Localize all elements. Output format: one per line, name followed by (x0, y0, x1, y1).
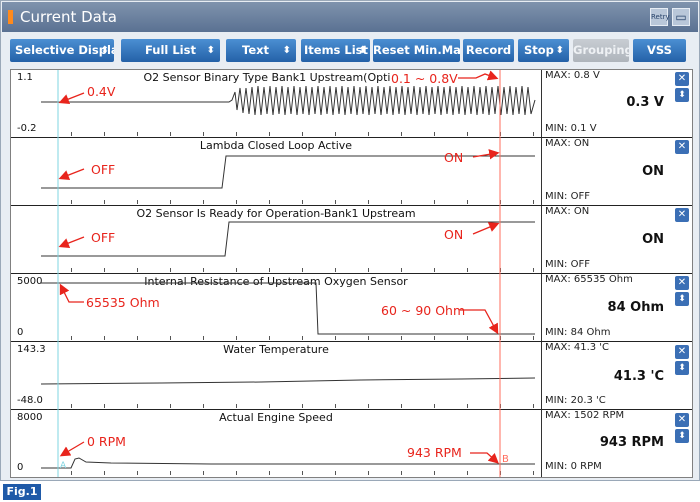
row-o2-sensor: O2 Sensor Binary Type Bank1 Upstream(Opt… (11, 70, 692, 138)
text-dropdown[interactable]: Text ⬍ (226, 39, 296, 62)
items-list-dropdown[interactable]: Items List ⬍ (301, 39, 370, 62)
close-graph-icon[interactable]: ✕ (675, 208, 689, 222)
min-value: MIN: 84 Ohm (545, 327, 611, 338)
graph-o2-sensor: O2 Sensor Binary Type Bank1 Upstream(Opt… (11, 70, 541, 138)
dropdown-arrows-icon: ⬍ (206, 45, 215, 56)
min-value: MIN: 0.1 V (545, 123, 597, 134)
full-list-label: Full List (145, 43, 196, 57)
grouping-label: Grouping (573, 43, 629, 57)
title-bar: Current Data Retry ▭ (2, 2, 698, 32)
figure-label: Fig.1 (3, 484, 41, 500)
close-graph-icon[interactable]: ✕ (675, 140, 689, 154)
max-value: MAX: 1502 RPM (545, 410, 625, 421)
vss-button[interactable]: VSS (633, 39, 686, 62)
data-graph-panel: O2 Sensor Binary Type Bank1 Upstream(Opt… (10, 69, 693, 478)
vss-label: VSS (647, 43, 672, 57)
close-graph-icon[interactable]: ✕ (675, 413, 689, 427)
scale-stepper-icon[interactable]: ⬍ (675, 429, 689, 443)
max-value: MAX: ON (545, 138, 590, 149)
max-value: MAX: 65535 Ohm (545, 274, 633, 285)
cursor-b-label: B (502, 454, 509, 465)
maximize-button[interactable]: ▭ (672, 8, 690, 26)
dropdown-arrows-icon: ⬍ (282, 45, 291, 56)
min-value: MIN: 0 RPM (545, 461, 602, 472)
annotation-o2-start: 0.4V (87, 84, 116, 99)
grouping-button[interactable]: Grouping (573, 39, 629, 62)
current-value: 943 RPM (599, 435, 664, 450)
info-lambda: MAX: ON ON MIN: OFF ✕ (541, 138, 692, 206)
stop-label: Stop (524, 43, 554, 57)
info-o2-sensor: MAX: 0.8 V 0.3 V MIN: 0.1 V ✕ ⬍ (541, 70, 692, 138)
current-value: 41.3 'C (613, 369, 664, 384)
min-value: MIN: OFF (545, 191, 590, 202)
current-value: 0.3 V (626, 95, 664, 110)
record-label: Record (465, 43, 512, 57)
current-value: 84 Ohm (607, 300, 664, 315)
info-o2-ready: MAX: ON ON MIN: OFF ✕ (541, 206, 692, 274)
window-icon (8, 10, 13, 24)
window-title: Current Data (20, 8, 117, 26)
info-water-temperature: MAX: 41.3 'C 41.3 'C MIN: 20.3 'C ✕ ⬍ (541, 342, 692, 410)
max-value: MAX: 41.3 'C (545, 342, 610, 353)
dropdown-arrows-icon: ⬍ (100, 45, 109, 56)
annotation-resistance-start: 65535 Ohm (86, 295, 160, 310)
trace-water-temperature (40, 377, 536, 408)
annotation-lambda-off: OFF (91, 162, 116, 177)
scale-stepper-icon[interactable]: ⬍ (675, 292, 689, 306)
annotation-rpm-current: 943 RPM (407, 445, 462, 460)
info-internal-resistance: MAX: 65535 Ohm 84 Ohm MIN: 84 Ohm ✕ ⬍ (541, 274, 692, 342)
current-data-window: Current Data Retry ▭ Selective Display⬍ … (0, 0, 700, 481)
retry-button[interactable]: Retry (650, 8, 670, 26)
record-button[interactable]: Record (463, 39, 514, 62)
close-graph-icon[interactable]: ✕ (675, 345, 689, 359)
info-engine-speed: MAX: 1502 RPM 943 RPM MIN: 0 RPM ✕ ⬍ (541, 410, 692, 477)
annotation-ready-off: OFF (91, 230, 116, 245)
max-value: MAX: ON (545, 206, 590, 217)
annotation-o2-range: 0.1 ~ 0.8V (391, 71, 458, 86)
selective-display-label: Selective Display (15, 43, 114, 57)
full-list-dropdown[interactable]: Full List ⬍ (121, 39, 220, 62)
close-graph-icon[interactable]: ✕ (675, 276, 689, 290)
annotation-ready-on: ON (444, 227, 464, 242)
close-graph-icon[interactable]: ✕ (675, 72, 689, 86)
reset-minmax-button[interactable]: Reset Min.Max (373, 39, 460, 62)
trace-o2-sensor (41, 85, 536, 136)
graph-water-temperature: Water Temperature 143.3 -48.0 (11, 342, 541, 410)
scale-stepper-icon[interactable]: ⬍ (675, 361, 689, 375)
row-water-temperature: Water Temperature 143.3 -48.0 MAX: 41.3 … (11, 342, 692, 410)
dropdown-arrows-icon: ⬍ (358, 45, 367, 56)
max-value: MAX: 0.8 V (545, 70, 600, 81)
text-label: Text (242, 43, 270, 57)
toolbar: Selective Display⬍ Full List⬍ Text⬍ Item… (10, 39, 696, 63)
annotation-lambda-on: ON (444, 150, 464, 165)
current-value: ON (642, 232, 664, 247)
selective-display-dropdown[interactable]: Selective Display⬍ (10, 39, 114, 62)
current-value: ON (642, 164, 664, 179)
min-value: MIN: OFF (545, 259, 590, 270)
stop-dropdown[interactable]: Stop ⬍ (518, 39, 569, 62)
dropdown-arrows-icon: ⬍ (555, 45, 564, 56)
cursor-a-label: A (60, 461, 67, 471)
annotation-resistance-range: 60 ~ 90 Ohm (381, 303, 466, 318)
annotation-rpm-start: 0 RPM (87, 434, 126, 449)
reset-minmax-label: Reset Min.Max (373, 43, 460, 57)
min-value: MIN: 20.3 'C (545, 395, 606, 406)
scale-stepper-icon[interactable]: ⬍ (675, 88, 689, 102)
